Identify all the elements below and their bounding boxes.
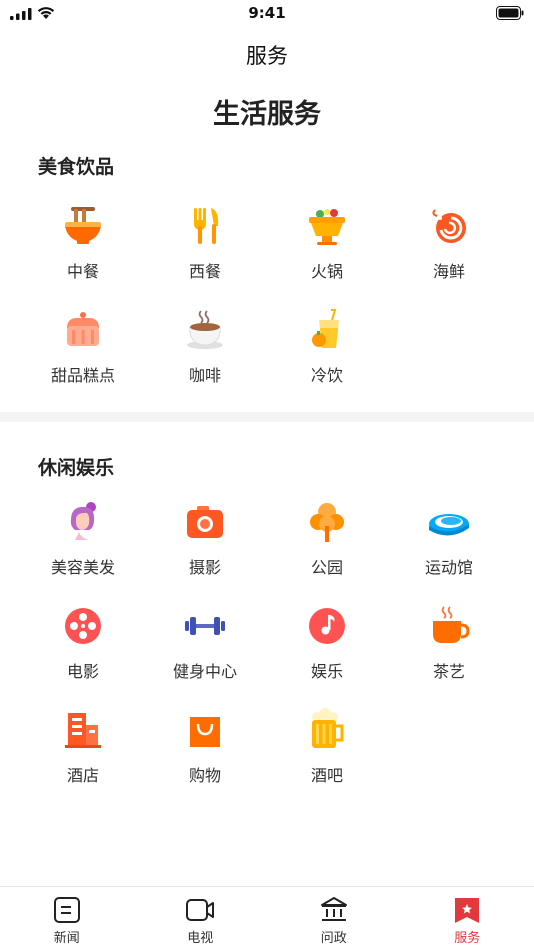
- service-item[interactable]: 酒店: [22, 708, 144, 812]
- tab-bar: 新闻 电视 问政 服务: [0, 886, 534, 950]
- service-item[interactable]: 茶艺: [388, 604, 510, 708]
- service-item[interactable]: 电影: [22, 604, 144, 708]
- hair-salon-icon: [61, 500, 105, 544]
- nav-title: 服务: [246, 44, 288, 68]
- service-item[interactable]: 运动馆: [388, 500, 510, 604]
- service-item-label: 咖啡: [188, 366, 221, 385]
- cake-icon: [61, 308, 105, 352]
- service-item-label: 西餐: [188, 262, 221, 281]
- service-item[interactable]: 中餐: [22, 204, 144, 308]
- service-item[interactable]: 摄影: [144, 500, 266, 604]
- service-item-label: 购物: [188, 766, 221, 785]
- service-item-label: 海鲜: [432, 262, 465, 281]
- video-camera-icon: [186, 899, 215, 921]
- service-item-label: 电影: [66, 662, 99, 681]
- battery-icon: [496, 6, 524, 20]
- service-item[interactable]: 咖啡: [144, 308, 266, 412]
- service-item-label: 甜品糕点: [50, 366, 115, 385]
- tab-label: 新闻: [53, 931, 80, 946]
- service-item-label: 美容美发: [50, 558, 115, 577]
- service-item[interactable]: 火锅: [266, 204, 388, 308]
- service-item[interactable]: 美容美发: [22, 500, 144, 604]
- noodle-bowl-icon: [61, 204, 105, 248]
- hotpot-icon: [305, 204, 349, 248]
- camera-icon: [183, 500, 227, 544]
- tab-service[interactable]: 服务: [401, 887, 534, 950]
- tree-icon: [305, 500, 349, 544]
- status-bar: 9:41: [0, 0, 534, 28]
- service-item[interactable]: 健身中心: [144, 604, 266, 708]
- service-item[interactable]: 西餐: [144, 204, 266, 308]
- section-divider: [0, 412, 534, 422]
- status-time: 9:41: [248, 4, 286, 22]
- service-item-label: 健身中心: [172, 662, 237, 681]
- service-item[interactable]: 娱乐: [266, 604, 388, 708]
- fork-knife-icon: [183, 204, 227, 248]
- service-item-label: 公园: [310, 558, 343, 577]
- news-icon: [53, 897, 80, 923]
- service-item[interactable]: 海鲜: [388, 204, 510, 308]
- tab-government[interactable]: 问政: [267, 887, 401, 950]
- tab-news[interactable]: 新闻: [0, 887, 134, 950]
- bookmark-star-icon: [455, 898, 480, 923]
- service-item-label: 茶艺: [432, 662, 465, 681]
- shopping-bag-icon: [183, 708, 227, 752]
- stadium-icon: [427, 500, 471, 544]
- tab-label: 电视: [187, 931, 214, 946]
- beer-mug-icon: [305, 708, 349, 752]
- tab-label: 问政: [320, 931, 347, 946]
- service-item[interactable]: 冷饮: [266, 308, 388, 412]
- service-item-label: 娱乐: [310, 662, 343, 681]
- hotel-building-icon: [61, 708, 105, 752]
- service-item[interactable]: 公园: [266, 500, 388, 604]
- service-item-label: 运动馆: [424, 558, 473, 577]
- dumbbell-icon: [183, 604, 227, 648]
- service-item[interactable]: 甜品糕点: [22, 308, 144, 412]
- service-item-label: 酒店: [66, 766, 99, 785]
- tab-label: 服务: [454, 931, 481, 946]
- service-item-label: 酒吧: [310, 766, 343, 785]
- service-item-label: 中餐: [66, 262, 99, 281]
- service-item[interactable]: 酒吧: [266, 708, 388, 812]
- service-item[interactable]: 购物: [144, 708, 266, 812]
- service-item-label: 火锅: [310, 262, 343, 281]
- coffee-cup-icon: [183, 308, 227, 352]
- tea-cup-icon: [427, 604, 471, 648]
- film-reel-icon: [61, 604, 105, 648]
- cold-drink-icon: [305, 308, 349, 352]
- food-grid: 中餐 西餐 火锅 海鲜 甜品糕点 咖啡 冷饮: [22, 204, 510, 412]
- tab-tv[interactable]: 电视: [134, 887, 268, 950]
- section-title-food: 美食饮品: [38, 156, 115, 178]
- leisure-grid: 美容美发 摄影 公园 运动馆 电影 健身中心 娱乐 茶艺 酒店 购物 酒吧: [22, 500, 510, 812]
- page-title: 生活服务: [213, 99, 321, 130]
- government-building-icon: [320, 897, 347, 921]
- music-note-icon: [305, 604, 349, 648]
- shrimp-icon: [427, 204, 471, 248]
- section-title-leisure: 休闲娱乐: [38, 457, 115, 479]
- service-item-label: 冷饮: [310, 366, 343, 385]
- service-item-label: 摄影: [188, 558, 221, 577]
